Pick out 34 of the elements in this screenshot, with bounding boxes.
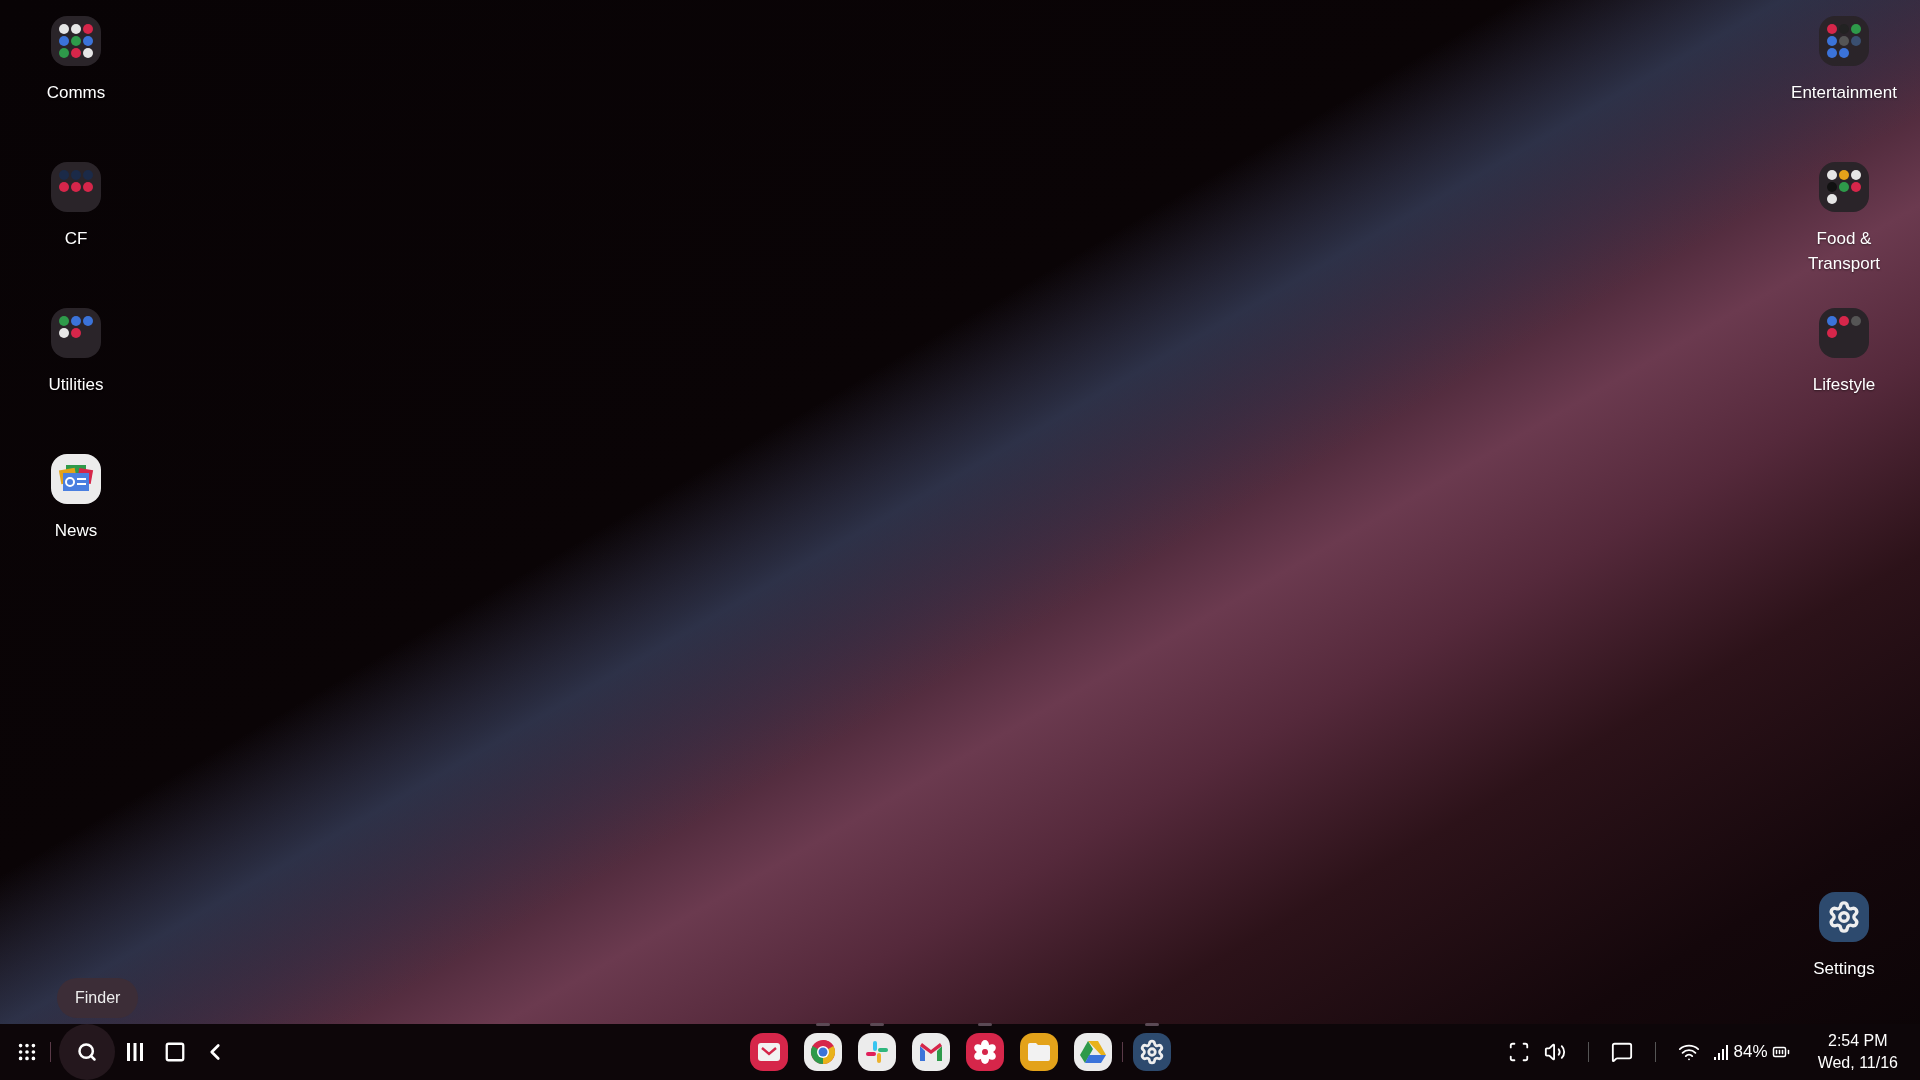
shortcut-label: Settings	[1813, 958, 1875, 980]
folder-icon[interactable]	[1019, 1033, 1058, 1071]
search-icon	[77, 1042, 97, 1062]
screen-capture-icon[interactable]	[1507, 1041, 1530, 1063]
square-icon	[164, 1041, 186, 1063]
clock-time: 2:54 PM	[1828, 1031, 1888, 1051]
hash-logo-icon[interactable]	[857, 1033, 896, 1071]
triangle-logo-icon[interactable]	[1073, 1033, 1112, 1071]
shortcut-label: Food & Transport	[1806, 228, 1882, 275]
tooltip: Finder	[57, 978, 139, 1018]
message-icon[interactable]	[1610, 1041, 1633, 1063]
shortcut-label: Lifestyle	[1812, 374, 1876, 396]
shortcut-label: Comms	[46, 82, 106, 104]
grid-dots-icon	[16, 1041, 38, 1063]
clock-date: Wed, 11/16	[1817, 1053, 1898, 1073]
folder-icon[interactable]	[51, 16, 101, 66]
folder-icon[interactable]	[51, 308, 101, 358]
envelope-icon[interactable]	[749, 1033, 788, 1071]
search-button[interactable]	[59, 1024, 115, 1080]
three-bars-icon	[126, 1042, 144, 1062]
battery-percentage: 84%	[1733, 1042, 1768, 1062]
shortcut-label: CF	[64, 228, 88, 250]
letter-m-icon[interactable]	[911, 1033, 950, 1071]
gear-icon[interactable]	[1132, 1033, 1171, 1071]
shortcut-label: News	[54, 520, 98, 542]
shortcut-label: Utilities	[48, 374, 104, 396]
shortcut-label: Entertainment	[1791, 82, 1897, 104]
gear-icon[interactable]	[1819, 892, 1869, 942]
folder-icon[interactable]	[1819, 162, 1869, 212]
flower-icon[interactable]	[965, 1033, 1004, 1071]
signal-icon	[1713, 1044, 1728, 1060]
round-logo-icon[interactable]	[803, 1033, 842, 1071]
volume-icon[interactable]	[1543, 1041, 1566, 1063]
newspaper-icon[interactable]	[51, 454, 101, 504]
